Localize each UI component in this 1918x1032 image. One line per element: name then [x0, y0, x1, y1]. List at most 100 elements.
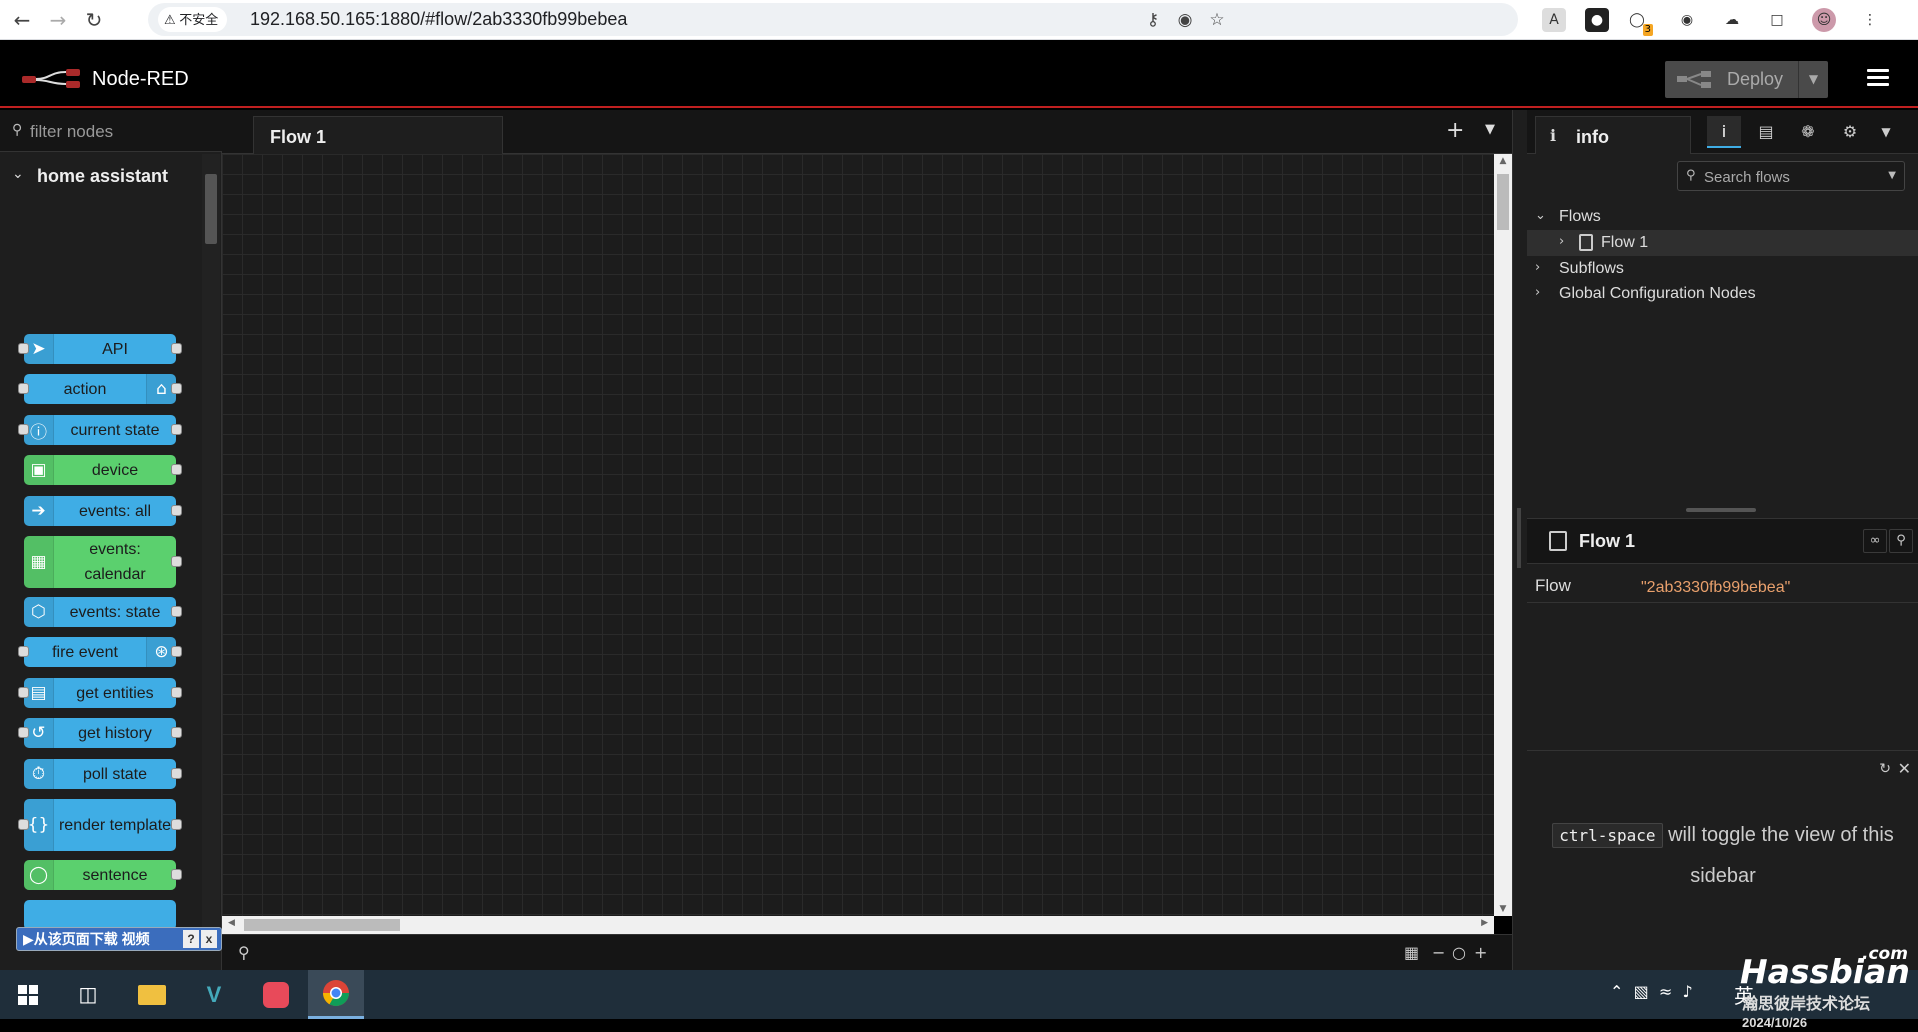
tree-item-flows[interactable]: ⌄ Flows [1527, 204, 1918, 230]
palette-node-label: API [102, 340, 128, 358]
add-flow-icon[interactable]: + [1446, 118, 1464, 143]
sidebar-header: i info i ▤ ❁ ⚙ ▼ [1527, 110, 1918, 154]
video-download-bar[interactable]: ▶从该页面下载 视频 ? x [16, 927, 222, 951]
cube-icon: ▣ [24, 455, 54, 485]
palette-search[interactable]: ⚲ filter nodes [0, 110, 222, 152]
help-icon[interactable]: ? [183, 930, 199, 948]
gear-icon[interactable]: ⚙ [1833, 116, 1867, 148]
address-bar[interactable]: ⚠ 不安全 192.168.50.165:1880/#flow/2ab3330f… [148, 3, 1518, 36]
file-explorer-icon[interactable] [124, 970, 180, 1019]
info-tab-icon[interactable]: i [1707, 116, 1741, 148]
back-icon[interactable]: ← [8, 6, 36, 34]
palette-node-current-state[interactable]: ⓘ current state [18, 415, 182, 445]
vs-code-icon[interactable]: V [186, 970, 242, 1019]
zoom-in-icon[interactable]: + [1474, 943, 1487, 962]
palette-node-events-all[interactable]: ➔ events: all [24, 496, 182, 526]
bug-icon[interactable]: ❁ [1791, 116, 1825, 148]
output-port [171, 556, 182, 567]
workspace-canvas[interactable] [222, 154, 1494, 916]
extension-d-icon[interactable]: ◉ [1675, 8, 1699, 32]
tree-item-flow-1[interactable]: › Flow 1 [1527, 230, 1918, 256]
search-flows-input[interactable]: ⚲ Search flows ▼ [1677, 161, 1905, 191]
map-icon[interactable]: ▦ [1404, 943, 1419, 962]
profile-avatar[interactable]: ☺ [1812, 8, 1836, 32]
deploy-menu-caret-icon[interactable]: ▼ [1798, 61, 1828, 98]
palette-node-fire-event[interactable]: fire event ⊛ [18, 637, 182, 667]
refresh-icon[interactable]: ↻ [1879, 761, 1891, 777]
palette-node-events-state[interactable]: ⬡ events: state [24, 597, 182, 627]
input-port [18, 727, 29, 738]
palette-node-sentence[interactable]: ◯ sentence [24, 860, 182, 890]
palette-node-get-entities[interactable]: ▤ get entities [18, 678, 182, 708]
system-tray[interactable]: ⌃ ▧ ≈ ♪ [1610, 982, 1693, 1001]
output-port [171, 606, 182, 617]
puzzle-icon[interactable]: □ [1765, 8, 1789, 32]
cloud-icon[interactable]: ☁ [1720, 8, 1744, 32]
canvas-vertical-scrollbar[interactable]: ▲ ▼ [1494, 154, 1512, 916]
chevron-down-icon[interactable]: ▼ [1888, 170, 1896, 181]
chevron-down-icon[interactable]: ▼ [1869, 116, 1903, 148]
palette-node-events-calendar[interactable]: ▦ events: calendar [24, 536, 182, 588]
search-icon[interactable]: ⚲ [1889, 529, 1913, 553]
tree-label: Flows [1559, 208, 1601, 225]
forward-icon[interactable]: → [44, 6, 72, 34]
windows-start-icon[interactable] [0, 970, 56, 1019]
deploy-button[interactable]: Deploy ▼ [1665, 61, 1828, 98]
palette-scrollbar[interactable] [202, 154, 220, 934]
scroll-up-icon[interactable]: ▲ [1494, 156, 1512, 166]
flow-icon [1579, 234, 1593, 251]
scroll-down-icon[interactable]: ▼ [1494, 904, 1512, 914]
task-view-icon[interactable]: ◫ [60, 970, 116, 1019]
close-icon[interactable]: x [201, 930, 217, 948]
tree-label: Global Configuration Nodes [1559, 285, 1756, 302]
tab-info[interactable]: i info [1535, 116, 1691, 154]
palette-node-api[interactable]: ➤ API [18, 334, 182, 364]
chevron-right-icon: › [1559, 234, 1565, 249]
zoom-out-icon[interactable]: − [1432, 943, 1445, 962]
download-bar-label: 从该页面下载 视频 [33, 931, 150, 947]
more-icon[interactable]: ⋮ [1858, 8, 1882, 32]
detail-title: Flow 1 [1579, 531, 1636, 551]
palette-node-device[interactable]: ▣ device [24, 455, 182, 485]
chevron-down-icon[interactable]: ▼ [1485, 122, 1495, 137]
palette-node-poll-state[interactable]: ⏱ poll state [24, 759, 182, 789]
scroll-left-icon[interactable]: ◀ [228, 918, 235, 928]
palette-category-header[interactable]: ⌄ home assistant [0, 154, 200, 198]
palette-node-action[interactable]: action ⌂ [18, 374, 182, 404]
palette-node-get-history[interactable]: ↺ get history [18, 718, 182, 748]
insecure-chip[interactable]: ⚠ 不安全 [158, 7, 228, 32]
search-icon[interactable]: ⚲ [238, 943, 250, 962]
deploy-label: Deploy [1727, 69, 1784, 89]
scrollbar-thumb[interactable] [205, 174, 217, 244]
palette-node-label: fire event [52, 643, 118, 661]
link-icon[interactable]: ∞ [1863, 529, 1887, 553]
tree-item-subflows[interactable]: › Subflows [1527, 256, 1918, 282]
palette-node-label: events: all [78, 502, 152, 520]
tree-item-global-config[interactable]: › Global Configuration Nodes [1527, 281, 1918, 307]
sidebar-resize-handle[interactable] [1517, 508, 1521, 568]
book-icon[interactable]: ▤ [1749, 116, 1783, 148]
canvas-horizontal-scrollbar[interactable]: ◀ ▶ [222, 916, 1494, 934]
palette-filter-input[interactable]: filter nodes [30, 122, 113, 142]
key-icon[interactable]: ⚷ [1141, 8, 1165, 32]
scroll-right-icon[interactable]: ▶ [1481, 918, 1488, 928]
url-text[interactable]: 192.168.50.165:1880/#flow/2ab3330fb99beb… [250, 3, 627, 36]
bookmark-star-icon[interactable]: ☆ [1205, 8, 1229, 32]
app-icon[interactable] [248, 970, 304, 1019]
close-icon[interactable]: ✕ [1898, 759, 1911, 778]
node-palette: ⚲ filter nodes ⌄ home assistant ➤ API ac… [0, 110, 222, 970]
sidebar-split-handle[interactable] [1686, 508, 1756, 512]
tab-flow-1[interactable]: Flow 1 [253, 116, 503, 154]
main-menu-icon[interactable] [1863, 65, 1893, 95]
zoom-reset-icon[interactable]: ○ [1452, 943, 1466, 962]
extension-a-icon[interactable]: A [1542, 8, 1566, 32]
scrollbar-thumb[interactable] [1497, 174, 1509, 230]
scrollbar-thumb[interactable] [244, 919, 400, 931]
reload-icon[interactable]: ↻ [80, 6, 108, 34]
palette-node-partial[interactable] [24, 900, 176, 930]
chrome-icon[interactable] [308, 970, 364, 1019]
palette-node-render-template[interactable]: {} render template [18, 799, 182, 851]
eye-icon[interactable]: ◉ [1173, 8, 1197, 32]
extension-b-icon[interactable]: ● [1585, 8, 1609, 32]
extension-c-icon[interactable]: ◯ 3 [1625, 8, 1653, 36]
